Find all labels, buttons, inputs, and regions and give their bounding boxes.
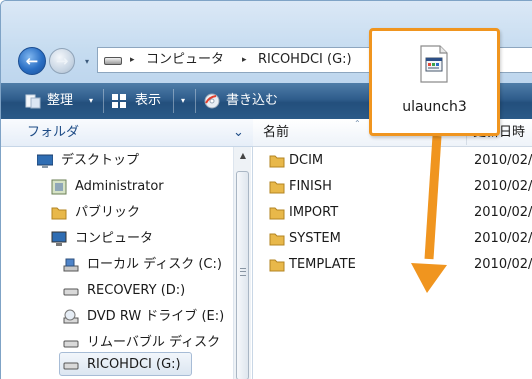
desktop-icon [37,154,53,168]
organize-icon [25,94,41,109]
toolbar-divider [173,89,174,113]
tree-item-label: リムーバブル ディスク [87,335,221,350]
tree-item-label: RECOVERY (D:) [87,283,186,298]
tree-item-label: コンピュータ [75,231,154,246]
file-row-import[interactable]: IMPORT 2010/02/ [253,200,532,226]
file-date: 2010/02/ [474,205,532,220]
breadcrumb-separator-icon[interactable]: ▸ [242,53,247,67]
scrollbar-thumb[interactable] [236,171,249,379]
burn-disc-icon [204,93,220,109]
burn-button[interactable]: 書き込む [226,83,278,119]
file-row-dcim[interactable]: DCIM 2010/02/ [253,148,532,174]
tree-item-local-disk-c[interactable]: ローカル ディスク (C:) [63,253,229,277]
tree-item-ricohdci-g[interactable]: RICOHDCI (G:) [63,353,189,377]
folder-icon [269,155,285,168]
file-date: 2010/02/ [474,179,532,194]
grip-icon [240,268,246,276]
navigation-pane: フォルダ ⌄ デスクトップ Administrator パブリック コンピュータ… [1,119,253,379]
file-date: 2010/02/ [474,231,532,246]
chevron-down-icon[interactable]: ⌄ [233,124,244,142]
views-icon [112,94,126,108]
organize-dropdown-icon[interactable]: ▾ [89,97,93,105]
file-name: TEMPLATE [289,257,356,272]
navigation-scrollbar[interactable]: ▲ [233,147,251,379]
folder-icon [269,233,285,246]
tree-item-public[interactable]: パブリック [51,201,227,225]
dvd-drive-icon [63,309,79,324]
folder-icon [269,181,285,194]
tree-item-label: RICOHDCI (G:) [87,357,181,372]
breadcrumb-separator-icon[interactable]: ▸ [130,53,135,67]
toolbar-divider [195,89,196,113]
toolbar-divider [103,89,104,113]
tree-item-administrator[interactable]: Administrator [51,175,227,199]
explorer-window: ← → ▾ ▸ コンピュータ ▸ RICOHDCI (G:) 整理 ▾ 表示 ▾ [0,0,532,379]
removable-disk-icon [63,340,79,348]
tree-item-recovery-d[interactable]: RECOVERY (D:) [63,279,229,303]
tree-item-computer[interactable]: コンピュータ [51,227,227,251]
tree-item-desktop[interactable]: デスクトップ [37,149,227,173]
tree-item-label: ローカル ディスク (C:) [87,257,222,272]
computer-icon [51,231,67,246]
tree-item-label: Administrator [75,179,164,194]
callout-file-name: ulaunch3 [402,99,467,115]
back-arrow-icon: ← [25,52,39,70]
tree-item-dvd-e[interactable]: DVD RW ドライブ (E:) [63,305,229,329]
drive-icon [63,288,79,296]
folder-icon [51,207,67,220]
file-name: IMPORT [289,205,339,220]
tree-item-removable-disk[interactable]: リムーバブル ディスク [63,331,229,355]
drive-icon [63,362,79,370]
folder-icon [269,259,285,272]
views-dropdown-icon[interactable]: ▾ [181,97,185,105]
tree-item-label: パブリック [75,205,141,220]
forward-button[interactable]: → [49,48,75,74]
file-name: SYSTEM [289,231,341,246]
history-dropdown-icon[interactable]: ▾ [82,57,92,67]
application-file-icon[interactable] [419,45,449,83]
forward-arrow-icon: → [55,52,69,70]
file-date: 2010/02/ [474,257,532,272]
file-row-template[interactable]: TEMPLATE 2010/02/ [253,252,532,278]
breadcrumb-computer[interactable]: コンピュータ [146,51,224,69]
file-name: FINISH [289,179,332,194]
folders-header[interactable]: フォルダ ⌄ [1,119,253,147]
hard-drive-icon [63,258,79,272]
file-row-finish[interactable]: FINISH 2010/02/ [253,174,532,200]
views-button[interactable]: 表示 [135,83,161,119]
user-folder-icon [51,179,67,195]
column-header-name[interactable]: 名前 [263,124,289,142]
grip-line [240,271,246,272]
tree-item-label: DVD RW ドライブ (E:) [87,309,225,324]
scroll-up-icon[interactable]: ▲ [234,147,252,165]
sort-ascending-icon: ⌃ [354,119,361,128]
drive-icon [104,57,122,65]
file-row-system[interactable]: SYSTEM 2010/02/ [253,226,532,252]
folder-icon [269,207,285,220]
file-list-pane: 名前 ⌃ 更新日時 DCIM 2010/02/ FINISH 2010/02/ … [253,119,532,379]
breadcrumb-ricohdci[interactable]: RICOHDCI (G:) [258,51,352,69]
folders-header-label: フォルダ [27,125,80,140]
organize-button[interactable]: 整理 [47,83,73,119]
file-callout: ulaunch3 [369,28,500,136]
file-date: 2010/02/ [474,153,532,168]
tree-item-label: デスクトップ [61,153,140,168]
file-name: DCIM [289,153,324,168]
back-button[interactable]: ← [18,47,46,75]
